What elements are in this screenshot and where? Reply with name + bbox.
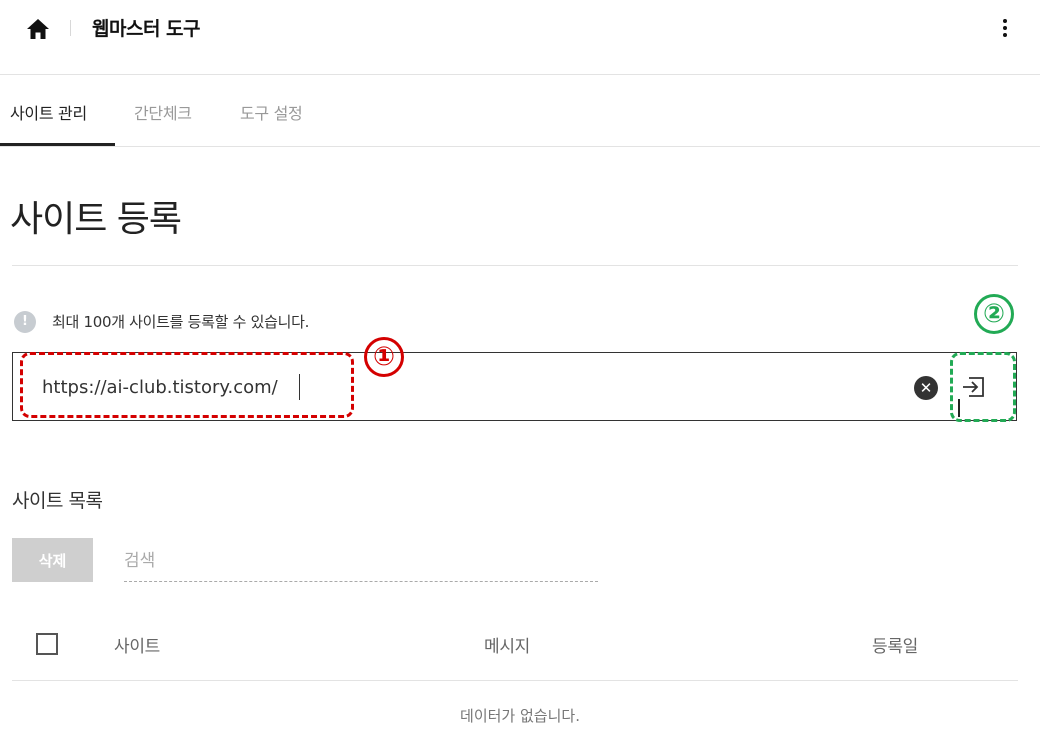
annotation-number-2: ② [974, 294, 1014, 334]
info-icon: ! [14, 311, 36, 333]
annotation-box-url [20, 352, 354, 418]
active-tab-indicator [0, 143, 115, 146]
select-all-checkbox[interactable] [36, 633, 58, 655]
tab-site-management[interactable]: 사이트 관리 [10, 100, 87, 124]
empty-state-text: 데이터가 없습니다. [460, 707, 580, 725]
clear-icon[interactable]: ✕ [914, 376, 938, 400]
column-header-site: 사이트 [114, 637, 161, 657]
search-input[interactable] [124, 540, 598, 582]
table-divider [12, 680, 1018, 681]
home-icon[interactable] [26, 18, 50, 40]
column-header-message: 메시지 [484, 637, 531, 657]
delete-button[interactable]: 삭제 [12, 538, 93, 582]
tab-quick-check[interactable]: 간단체크 [134, 100, 192, 124]
more-vert-icon[interactable] [998, 16, 1012, 42]
notice-text: 최대 100개 사이트를 등록할 수 있습니다. [52, 313, 310, 331]
title-divider [12, 265, 1018, 266]
column-header-date: 등록일 [872, 637, 919, 657]
annotation-box-submit [950, 352, 1016, 422]
header-divider [70, 20, 71, 36]
tab-bar: 사이트 관리 간단체크 도구 설정 [0, 74, 1040, 147]
page-title: 사이트 등록 [10, 199, 182, 240]
app-title: 웹마스터 도구 [92, 18, 201, 40]
site-list-title: 사이트 목록 [12, 490, 103, 512]
annotation-number-1: ① [364, 337, 404, 377]
tab-tool-settings[interactable]: 도구 설정 [240, 100, 303, 124]
